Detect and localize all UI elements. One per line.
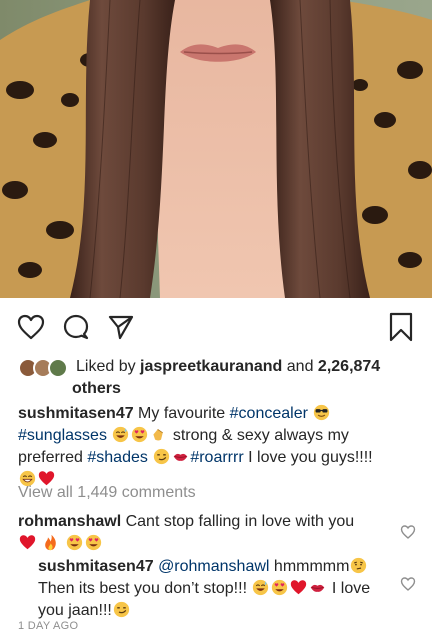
caption-text: I love you guys!!!! xyxy=(243,449,373,466)
post-photo[interactable] xyxy=(0,0,432,298)
smirk-emoji-icon xyxy=(154,448,170,465)
likes-suffix[interactable]: others xyxy=(72,380,121,397)
comment-text: hmmmmm xyxy=(269,558,350,575)
caption-text: My favourite xyxy=(133,405,230,422)
share-icon[interactable] xyxy=(106,312,136,342)
comment: rohmanshawl Cant stop falling in love wi… xyxy=(18,511,388,555)
comment-username[interactable]: sushmitasen47 xyxy=(38,558,154,575)
post-action-bar xyxy=(0,298,432,354)
post-timestamp: 1 DAY AGO xyxy=(18,620,79,632)
smirk-emoji-icon xyxy=(113,601,129,618)
thinking-emoji-icon xyxy=(351,557,367,574)
grin-sweat-emoji-icon xyxy=(113,426,129,443)
red-heart-emoji-icon xyxy=(291,580,307,595)
comment-text: Then its best you don’t stop!!! xyxy=(38,580,252,597)
hashtag-shades[interactable]: #shades xyxy=(87,449,148,466)
hashtag-sunglasses[interactable]: #sunglasses xyxy=(18,427,107,444)
heart-eyes-emoji-icon xyxy=(132,426,148,443)
comment-mention[interactable]: @rohmanshawl xyxy=(158,558,269,575)
comment-icon[interactable] xyxy=(61,312,91,342)
likes-count[interactable]: 2,26,874 xyxy=(318,358,380,375)
heart-eyes-emoji-icon xyxy=(85,534,102,551)
comment-username[interactable]: rohmanshawl xyxy=(18,513,121,530)
heart-icon[interactable] xyxy=(16,312,46,342)
likes-and: and xyxy=(282,358,318,375)
comment-like-heart-icon[interactable] xyxy=(400,576,416,592)
comment-text: Cant stop falling in love with you xyxy=(121,513,355,530)
caption-username[interactable]: sushmitasen47 xyxy=(18,405,134,422)
post-image xyxy=(0,0,432,298)
liked-by-username[interactable]: jaspreetkauranand xyxy=(140,358,282,375)
view-all-comments-link[interactable]: View all 1,449 comments xyxy=(18,484,196,502)
bookmark-icon[interactable] xyxy=(386,312,416,342)
fire-emoji-icon xyxy=(45,534,57,551)
heart-eyes-emoji-icon xyxy=(272,579,288,596)
hashtag-concealer[interactable]: #concealer xyxy=(230,405,308,422)
clapping-hand-emoji-icon xyxy=(153,429,164,441)
sunglasses-emoji-icon xyxy=(314,404,330,421)
liker-avatars xyxy=(18,358,70,380)
hashtag-roarrrr[interactable]: #roarrrr xyxy=(190,449,243,466)
kiss-lips-emoji-icon xyxy=(311,584,325,592)
heart-eyes-emoji-icon xyxy=(66,534,83,551)
comment-like-heart-icon[interactable] xyxy=(400,524,416,540)
comment-reply: sushmitasen47 @rohmanshawl hmmmmm Then i… xyxy=(38,556,388,622)
likes-prefix: Liked by xyxy=(76,358,141,375)
kiss-lips-emoji-icon xyxy=(174,453,188,461)
avatar xyxy=(48,358,68,378)
red-heart-emoji-icon xyxy=(19,535,36,550)
grin-sweat-emoji-icon xyxy=(253,579,269,596)
likes-text: Liked by jaspreetkauranand and 2,26,874 … xyxy=(72,356,416,400)
post-caption: sushmitasen47 My favourite #concealer #s… xyxy=(18,403,416,491)
